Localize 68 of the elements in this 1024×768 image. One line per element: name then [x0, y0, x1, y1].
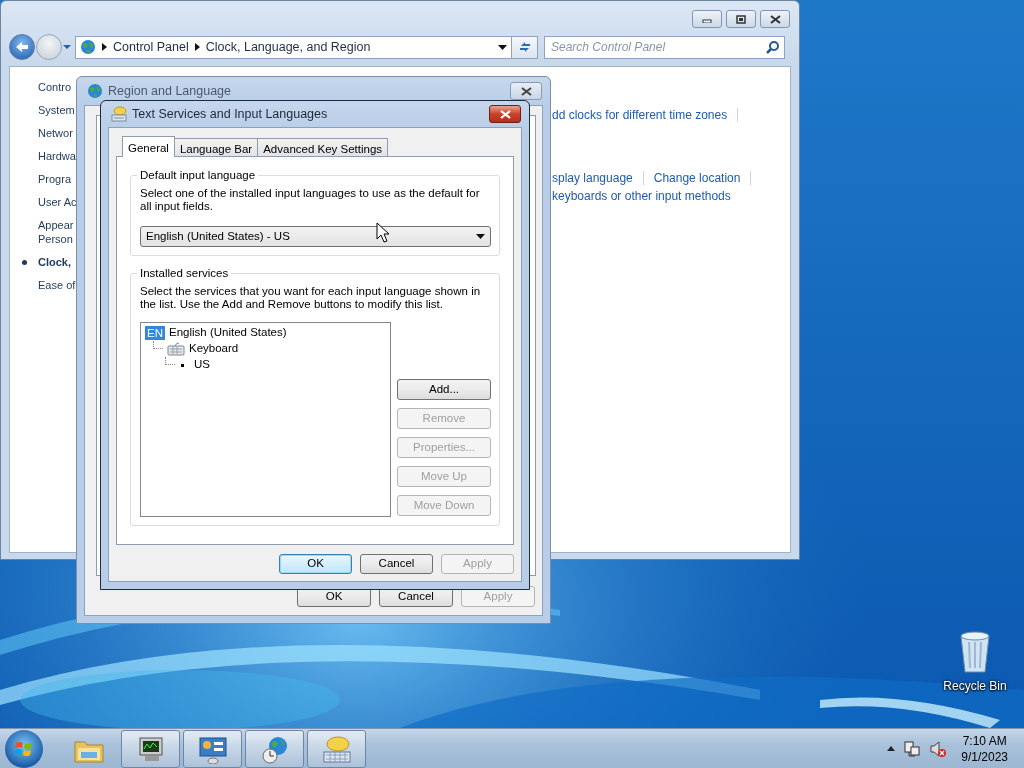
recycle-bin-icon[interactable]: [957, 630, 993, 674]
address-bar[interactable]: Control Panel Clock, Language, and Region: [75, 35, 512, 59]
cursor-icon: [376, 222, 390, 244]
back-arrow-icon: [15, 41, 29, 53]
tree-item[interactable]: US: [194, 356, 210, 374]
sidebar-link[interactable]: Hardwa: [38, 149, 76, 163]
dialog-button[interactable]: Cancel: [360, 554, 433, 574]
tab[interactable]: Advanced Key Settings: [257, 138, 389, 156]
task-link[interactable]: Change location: [653, 169, 741, 187]
tab[interactable]: General: [122, 136, 175, 157]
bullet-icon: [181, 363, 184, 367]
dialog-title: Region and Language: [108, 82, 233, 100]
breadcrumb[interactable]: Control Panel: [113, 37, 189, 57]
close-icon: [520, 86, 532, 96]
sidebar-link[interactable]: Clock,: [38, 255, 71, 269]
keyboard-icon: [167, 342, 185, 356]
network-icon[interactable]: [903, 739, 922, 758]
language-badge: EN: [145, 326, 165, 340]
task-link[interactable]: splay language: [552, 169, 633, 187]
group-label: Default input language: [137, 168, 259, 182]
chevron-up-icon[interactable]: [887, 746, 896, 751]
sidebar-link[interactable]: Networ: [38, 126, 73, 140]
sidebar-link[interactable]: Ease of: [38, 278, 76, 292]
services-tree[interactable]: EN English (United States) Keyboard US: [140, 322, 391, 517]
close-button[interactable]: [510, 82, 542, 100]
taskbar-button[interactable]: [121, 729, 180, 768]
taskbar-button[interactable]: [183, 729, 242, 768]
tree-item[interactable]: Keyboard: [189, 340, 239, 358]
sidebar-link[interactable]: System: [38, 103, 75, 117]
desktop-icon-label[interactable]: Recycle Bin: [943, 677, 1007, 695]
sidebar-link[interactable]: User Ac: [38, 195, 77, 209]
keyboard-icon: [320, 733, 353, 764]
close-icon: [499, 109, 511, 119]
start-button[interactable]: [5, 729, 43, 768]
close-button[interactable]: [489, 105, 521, 123]
search-field[interactable]: Search Control Panel: [544, 35, 785, 59]
breadcrumb[interactable]: Clock, Language, and Region: [205, 37, 371, 57]
clock-time[interactable]: 7:10 AM: [962, 732, 1007, 749]
language-dropdown[interactable]: English (United States) - US: [140, 226, 491, 247]
dialog-button[interactable]: Add...: [397, 379, 491, 400]
dialog-title: Text Services and Input Languages: [132, 105, 329, 123]
dialog-button[interactable]: OK: [279, 554, 352, 574]
refresh-button[interactable]: [512, 35, 538, 59]
sidebar-link[interactable]: Progra: [38, 172, 72, 186]
back-button[interactable]: [9, 34, 35, 60]
restore-icon: [736, 14, 746, 24]
globe-icon: [87, 83, 103, 99]
group-description: Select one of the installed input languages to use as the default for all input fields.: [140, 187, 481, 213]
volume-muted-icon[interactable]: [929, 739, 948, 758]
dropdown-caret-icon[interactable]: [498, 44, 507, 50]
task-link[interactable]: dd clocks for different time zones: [552, 106, 728, 124]
close-button[interactable]: [760, 10, 790, 28]
tab[interactable]: Language Bar: [173, 138, 259, 156]
group-label: Installed services: [137, 266, 232, 280]
search-icon[interactable]: [766, 40, 780, 54]
tree-item[interactable]: English (United States): [169, 324, 287, 342]
dropdown-caret-icon: [476, 234, 485, 239]
text-services-icon: [111, 106, 127, 122]
restore-button[interactable]: [726, 10, 756, 28]
refresh-icon: [517, 40, 532, 54]
sidebar-link[interactable]: Contro: [38, 80, 72, 94]
task-link[interactable]: keyboards or other input methods: [552, 187, 731, 205]
group-description: Select the services that you want for each input language shown in the list. Use the Add and Remove buttons to modify this list.: [140, 285, 482, 311]
clock-date[interactable]: 9/1/2023: [961, 748, 1008, 765]
sidebar-link[interactable]: Appear Person: [38, 218, 74, 246]
chevron-icon[interactable]: [194, 43, 200, 51]
chevron-icon[interactable]: [102, 43, 107, 51]
close-icon: [769, 14, 781, 24]
